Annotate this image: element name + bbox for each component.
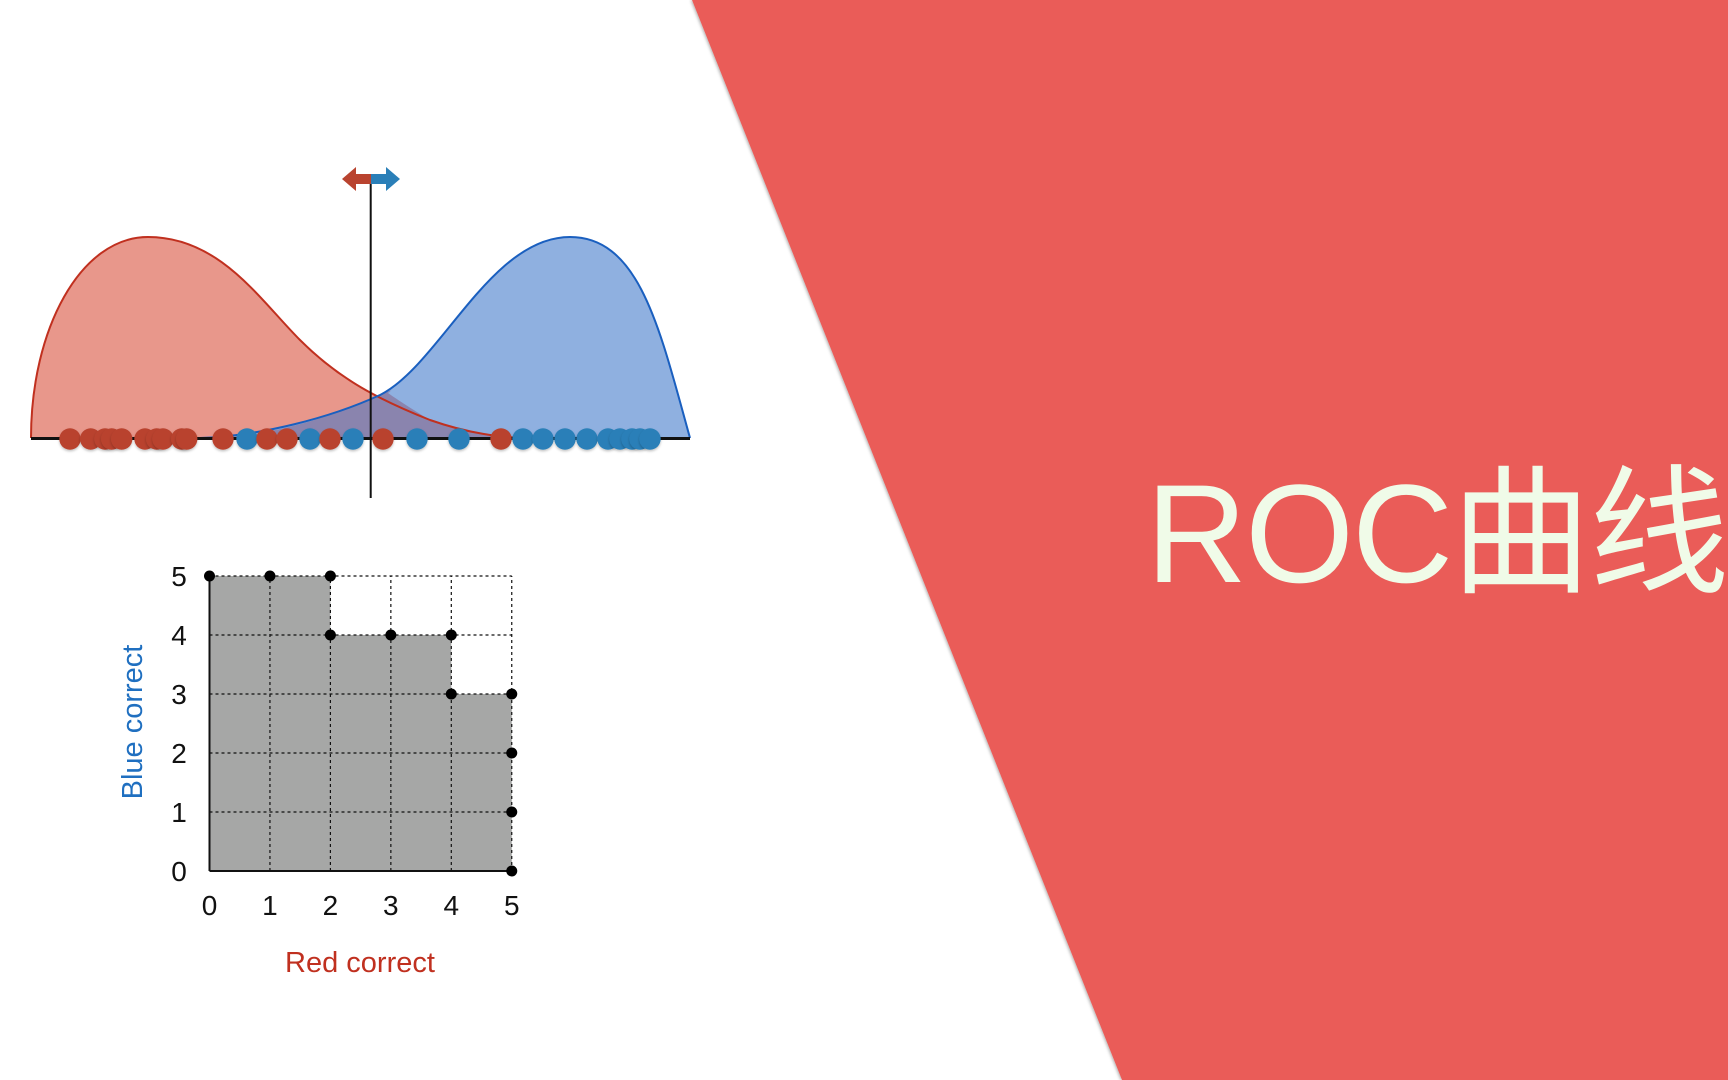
roc-point (324, 629, 336, 641)
y-tick-labels: 0 1 2 3 4 5 (171, 561, 187, 887)
slide: 0 1 2 3 4 5 0 1 2 3 4 5 Red correct Blue correct R… (0, 0, 1728, 1080)
roc-point (204, 570, 215, 582)
x-axis-label: Red correct (285, 947, 435, 979)
red-data-point (372, 428, 394, 450)
blue-data-point (554, 428, 576, 450)
data-points (59, 428, 661, 450)
roc-point (506, 688, 518, 700)
y-tick-label: 5 (171, 561, 187, 592)
roc-point (264, 570, 276, 582)
red-data-point (59, 428, 81, 450)
roc-point (445, 629, 457, 641)
blue-data-point (236, 428, 258, 450)
roc-step-chart: 0 1 2 3 4 5 0 1 2 3 4 5 Red correct Blue correct (117, 561, 520, 979)
blue-data-point (299, 428, 321, 450)
x-tick-label: 0 (202, 890, 218, 921)
x-tick-label: 5 (504, 890, 520, 921)
red-data-point (176, 428, 198, 450)
x-tick-label: 2 (323, 890, 339, 921)
roc-point (506, 747, 518, 759)
roc-point (385, 629, 397, 641)
blue-data-point (342, 428, 364, 450)
blue-data-point (532, 428, 554, 450)
roc-area-fill (209, 576, 512, 871)
arrow-right-icon[interactable] (371, 167, 400, 191)
blue-data-point (576, 428, 598, 450)
blue-data-point (448, 428, 470, 450)
x-tick-labels: 0 1 2 3 4 5 (202, 890, 520, 921)
red-data-point (276, 428, 298, 450)
red-data-point (490, 428, 512, 450)
red-data-point (256, 428, 278, 450)
slide-title: ROC曲线 (1146, 455, 1728, 612)
arrow-left-icon[interactable] (342, 167, 371, 191)
blue-data-point (512, 428, 534, 450)
blue-data-point (639, 428, 661, 450)
distribution-diagram (30, 167, 691, 498)
y-tick-label: 4 (171, 620, 187, 651)
roc-point (506, 806, 518, 818)
red-data-point (319, 428, 341, 450)
roc-point (506, 865, 518, 877)
roc-point (445, 688, 457, 700)
y-tick-label: 1 (171, 797, 187, 828)
x-tick-label: 1 (262, 890, 278, 921)
red-data-point (212, 428, 234, 450)
red-data-point (152, 428, 174, 450)
y-tick-label: 0 (171, 856, 187, 887)
y-axis-label: Blue correct (117, 645, 149, 800)
blue-data-point (406, 428, 428, 450)
roc-point (324, 570, 336, 582)
red-data-point (111, 428, 133, 450)
y-tick-label: 3 (171, 679, 187, 710)
x-tick-label: 4 (444, 890, 460, 921)
x-tick-label: 3 (383, 890, 399, 921)
y-tick-label: 2 (171, 738, 187, 769)
